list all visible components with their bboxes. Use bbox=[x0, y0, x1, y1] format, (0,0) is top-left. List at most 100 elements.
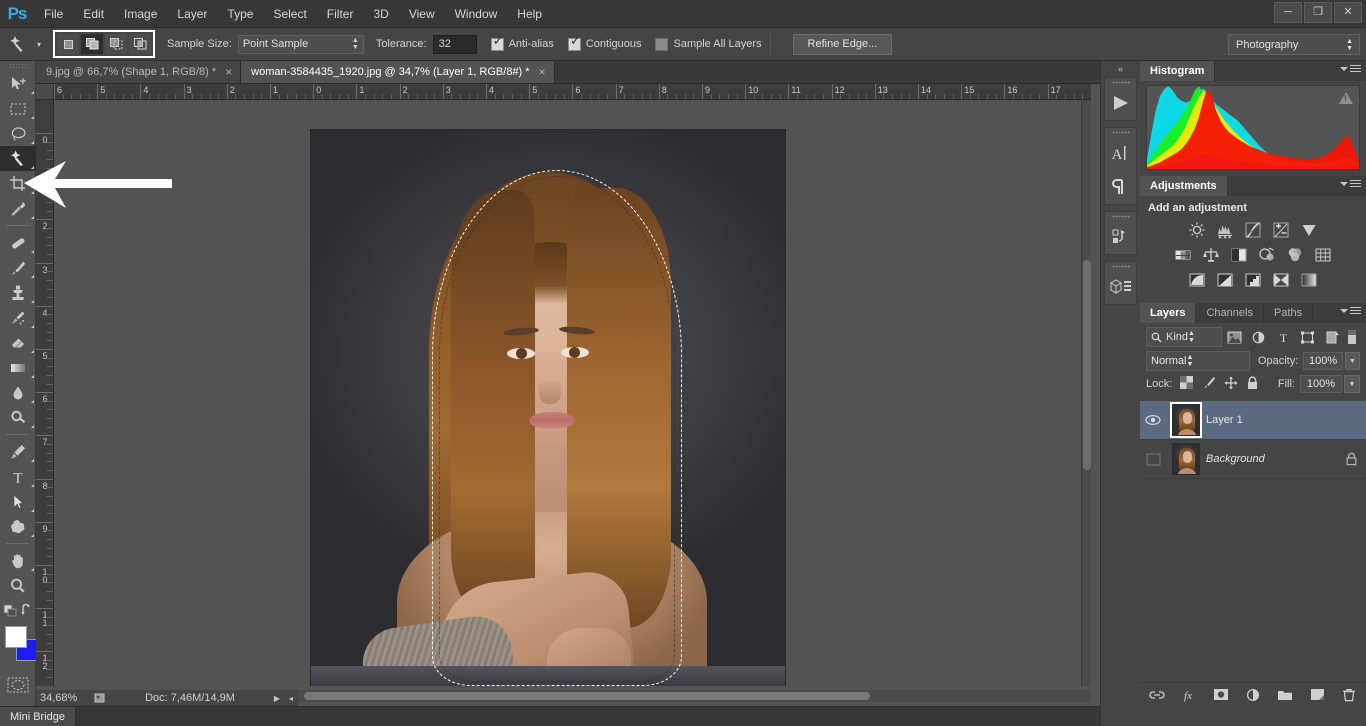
blend-mode-select[interactable]: Normal ▲ ▼ bbox=[1146, 351, 1250, 371]
color-lookup-icon[interactable] bbox=[1312, 245, 1334, 265]
tab-adjustments[interactable]: Adjustments bbox=[1140, 176, 1228, 196]
document-tab-2[interactable]: woman-3584435_1920.jpg @ 34,7% (Layer 1,… bbox=[241, 61, 555, 83]
actions-panel-icon[interactable] bbox=[1105, 220, 1136, 254]
layer-thumbnail-cell[interactable] bbox=[1166, 402, 1206, 438]
paragraph-panel-icon[interactable] bbox=[1105, 170, 1136, 204]
hue-saturation-icon[interactable] bbox=[1172, 245, 1194, 265]
collapse-panels-icon[interactable]: « bbox=[1101, 61, 1140, 77]
tab-layers[interactable]: Layers bbox=[1140, 303, 1197, 323]
opacity-slider-caret-icon[interactable]: ▼ bbox=[1344, 352, 1360, 370]
threshold-icon[interactable] bbox=[1242, 270, 1264, 290]
rectangular-marquee-tool[interactable] bbox=[0, 96, 36, 121]
link-layers-icon[interactable] bbox=[1148, 686, 1166, 704]
layer-row-layer-1[interactable]: Layer 1 bbox=[1140, 401, 1366, 440]
document-tab-1[interactable]: 9.jpg @ 66,7% (Shape 1, RGB/8) * × bbox=[36, 61, 242, 83]
layer-row-background[interactable]: Background bbox=[1140, 440, 1366, 479]
horizontal-ruler[interactable]: 6543210123456789101112131415161718 bbox=[54, 84, 1091, 100]
channel-mixer-icon[interactable] bbox=[1284, 245, 1306, 265]
close-icon[interactable]: × bbox=[539, 65, 546, 79]
sample-all-layers-checkbox[interactable]: Sample All Layers bbox=[655, 37, 762, 51]
new-layer-icon[interactable] bbox=[1308, 686, 1326, 704]
pen-tool[interactable] bbox=[0, 439, 36, 464]
smart-object-filter-icon[interactable] bbox=[1320, 327, 1344, 347]
layer-name-layer-1[interactable]: Layer 1 bbox=[1206, 414, 1336, 426]
dock-grip[interactable] bbox=[1105, 212, 1136, 220]
menu-3d[interactable]: 3D bbox=[363, 0, 398, 28]
subtract-from-selection-button[interactable] bbox=[105, 34, 127, 54]
minimize-button[interactable]: ─ bbox=[1274, 2, 1302, 23]
menu-window[interactable]: Window bbox=[445, 0, 508, 28]
layer-name-background[interactable]: Background bbox=[1206, 453, 1336, 465]
canvas-area[interactable] bbox=[54, 100, 1091, 686]
path-selection-tool[interactable] bbox=[0, 489, 36, 514]
opacity-value[interactable]: 100% bbox=[1303, 352, 1343, 370]
lock-all-icon[interactable] bbox=[1246, 375, 1259, 393]
menu-type[interactable]: Type bbox=[217, 0, 263, 28]
eyedropper-tool[interactable] bbox=[0, 196, 36, 221]
menu-view[interactable]: View bbox=[399, 0, 445, 28]
custom-shape-tool[interactable] bbox=[0, 514, 36, 539]
histogram-chart[interactable] bbox=[1146, 85, 1360, 170]
pixel-filter-icon[interactable] bbox=[1222, 327, 1246, 347]
lock-transparent-pixels-icon[interactable] bbox=[1180, 376, 1194, 392]
fill-slider-caret-icon[interactable]: ▼ bbox=[1344, 375, 1360, 393]
mini-bridge-tab[interactable]: Mini Bridge bbox=[0, 706, 77, 726]
document-artboard[interactable] bbox=[311, 130, 785, 686]
tolerance-input[interactable]: 32 bbox=[432, 34, 477, 54]
dodge-tool[interactable] bbox=[0, 405, 36, 430]
foreground-color-swatch[interactable] bbox=[5, 626, 27, 648]
layer-thumbnail-cell[interactable] bbox=[1166, 443, 1206, 475]
color-balance-icon[interactable] bbox=[1200, 245, 1222, 265]
vertical-ruler[interactable]: 012345678910111213 bbox=[36, 100, 54, 686]
tab-histogram[interactable]: Histogram bbox=[1140, 61, 1216, 81]
levels-icon[interactable] bbox=[1214, 220, 1236, 240]
zoom-tool[interactable] bbox=[0, 573, 36, 598]
layer-style-icon[interactable]: fx bbox=[1180, 686, 1198, 704]
invert-icon[interactable] bbox=[1186, 270, 1208, 290]
new-adjustment-layer-icon[interactable] bbox=[1244, 686, 1262, 704]
tab-paths[interactable]: Paths bbox=[1263, 303, 1314, 323]
close-icon[interactable]: × bbox=[225, 65, 232, 79]
type-filter-icon[interactable]: T bbox=[1271, 327, 1295, 347]
brightness-contrast-icon[interactable] bbox=[1186, 220, 1208, 240]
workspace-select[interactable]: Photography ▲ ▼ bbox=[1228, 34, 1360, 55]
status-left-arrow-icon[interactable]: ◂ bbox=[284, 694, 298, 703]
dock-grip[interactable] bbox=[1105, 78, 1136, 86]
new-selection-button[interactable] bbox=[57, 34, 79, 54]
lock-position-icon[interactable] bbox=[1224, 376, 1238, 393]
tool-preset-caret-icon[interactable]: ▾ bbox=[32, 40, 46, 49]
intersect-with-selection-button[interactable] bbox=[129, 34, 151, 54]
brush-tool[interactable] bbox=[0, 255, 36, 280]
default-colors-and-swap[interactable] bbox=[0, 598, 36, 620]
menu-help[interactable]: Help bbox=[507, 0, 552, 28]
canvas-horizontal-scrollbar[interactable] bbox=[298, 690, 1091, 702]
dock-grip[interactable] bbox=[1105, 262, 1136, 270]
menu-image[interactable]: Image bbox=[114, 0, 167, 28]
spot-healing-brush-tool[interactable] bbox=[0, 230, 36, 255]
add-to-selection-button[interactable] bbox=[81, 34, 103, 54]
magic-wand-icon[interactable] bbox=[6, 32, 32, 56]
layer-visibility-toggle[interactable] bbox=[1140, 453, 1166, 466]
lasso-tool[interactable] bbox=[0, 121, 36, 146]
3d-panel-icon[interactable] bbox=[1105, 270, 1136, 304]
blur-tool[interactable] bbox=[0, 380, 36, 405]
ruler-origin-corner[interactable] bbox=[36, 84, 54, 100]
edit-in-quick-mask-mode-button[interactable] bbox=[0, 672, 36, 697]
menu-layer[interactable]: Layer bbox=[167, 0, 217, 28]
horizontal-type-tool[interactable]: T bbox=[0, 464, 36, 489]
move-tool[interactable] bbox=[0, 71, 36, 96]
document-thumbnail-icon[interactable] bbox=[90, 692, 110, 704]
selective-color-icon[interactable] bbox=[1270, 270, 1292, 290]
menu-edit[interactable]: Edit bbox=[73, 0, 114, 28]
adjustment-filter-icon[interactable] bbox=[1247, 327, 1271, 347]
refine-edge-button[interactable]: Refine Edge... bbox=[792, 33, 893, 55]
crop-tool[interactable] bbox=[0, 171, 36, 196]
contiguous-checkbox[interactable]: ✓ Contiguous bbox=[567, 35, 641, 51]
character-panel-icon[interactable]: A bbox=[1105, 136, 1136, 170]
restore-button[interactable]: ❐ bbox=[1304, 2, 1332, 23]
horizontal-scrollbar-thumb[interactable] bbox=[304, 692, 870, 700]
panel-menu-icon[interactable] bbox=[1340, 180, 1361, 188]
lock-image-pixels-icon[interactable] bbox=[1201, 376, 1216, 392]
layer-visibility-toggle[interactable] bbox=[1140, 414, 1166, 426]
hand-tool[interactable] bbox=[0, 548, 36, 573]
